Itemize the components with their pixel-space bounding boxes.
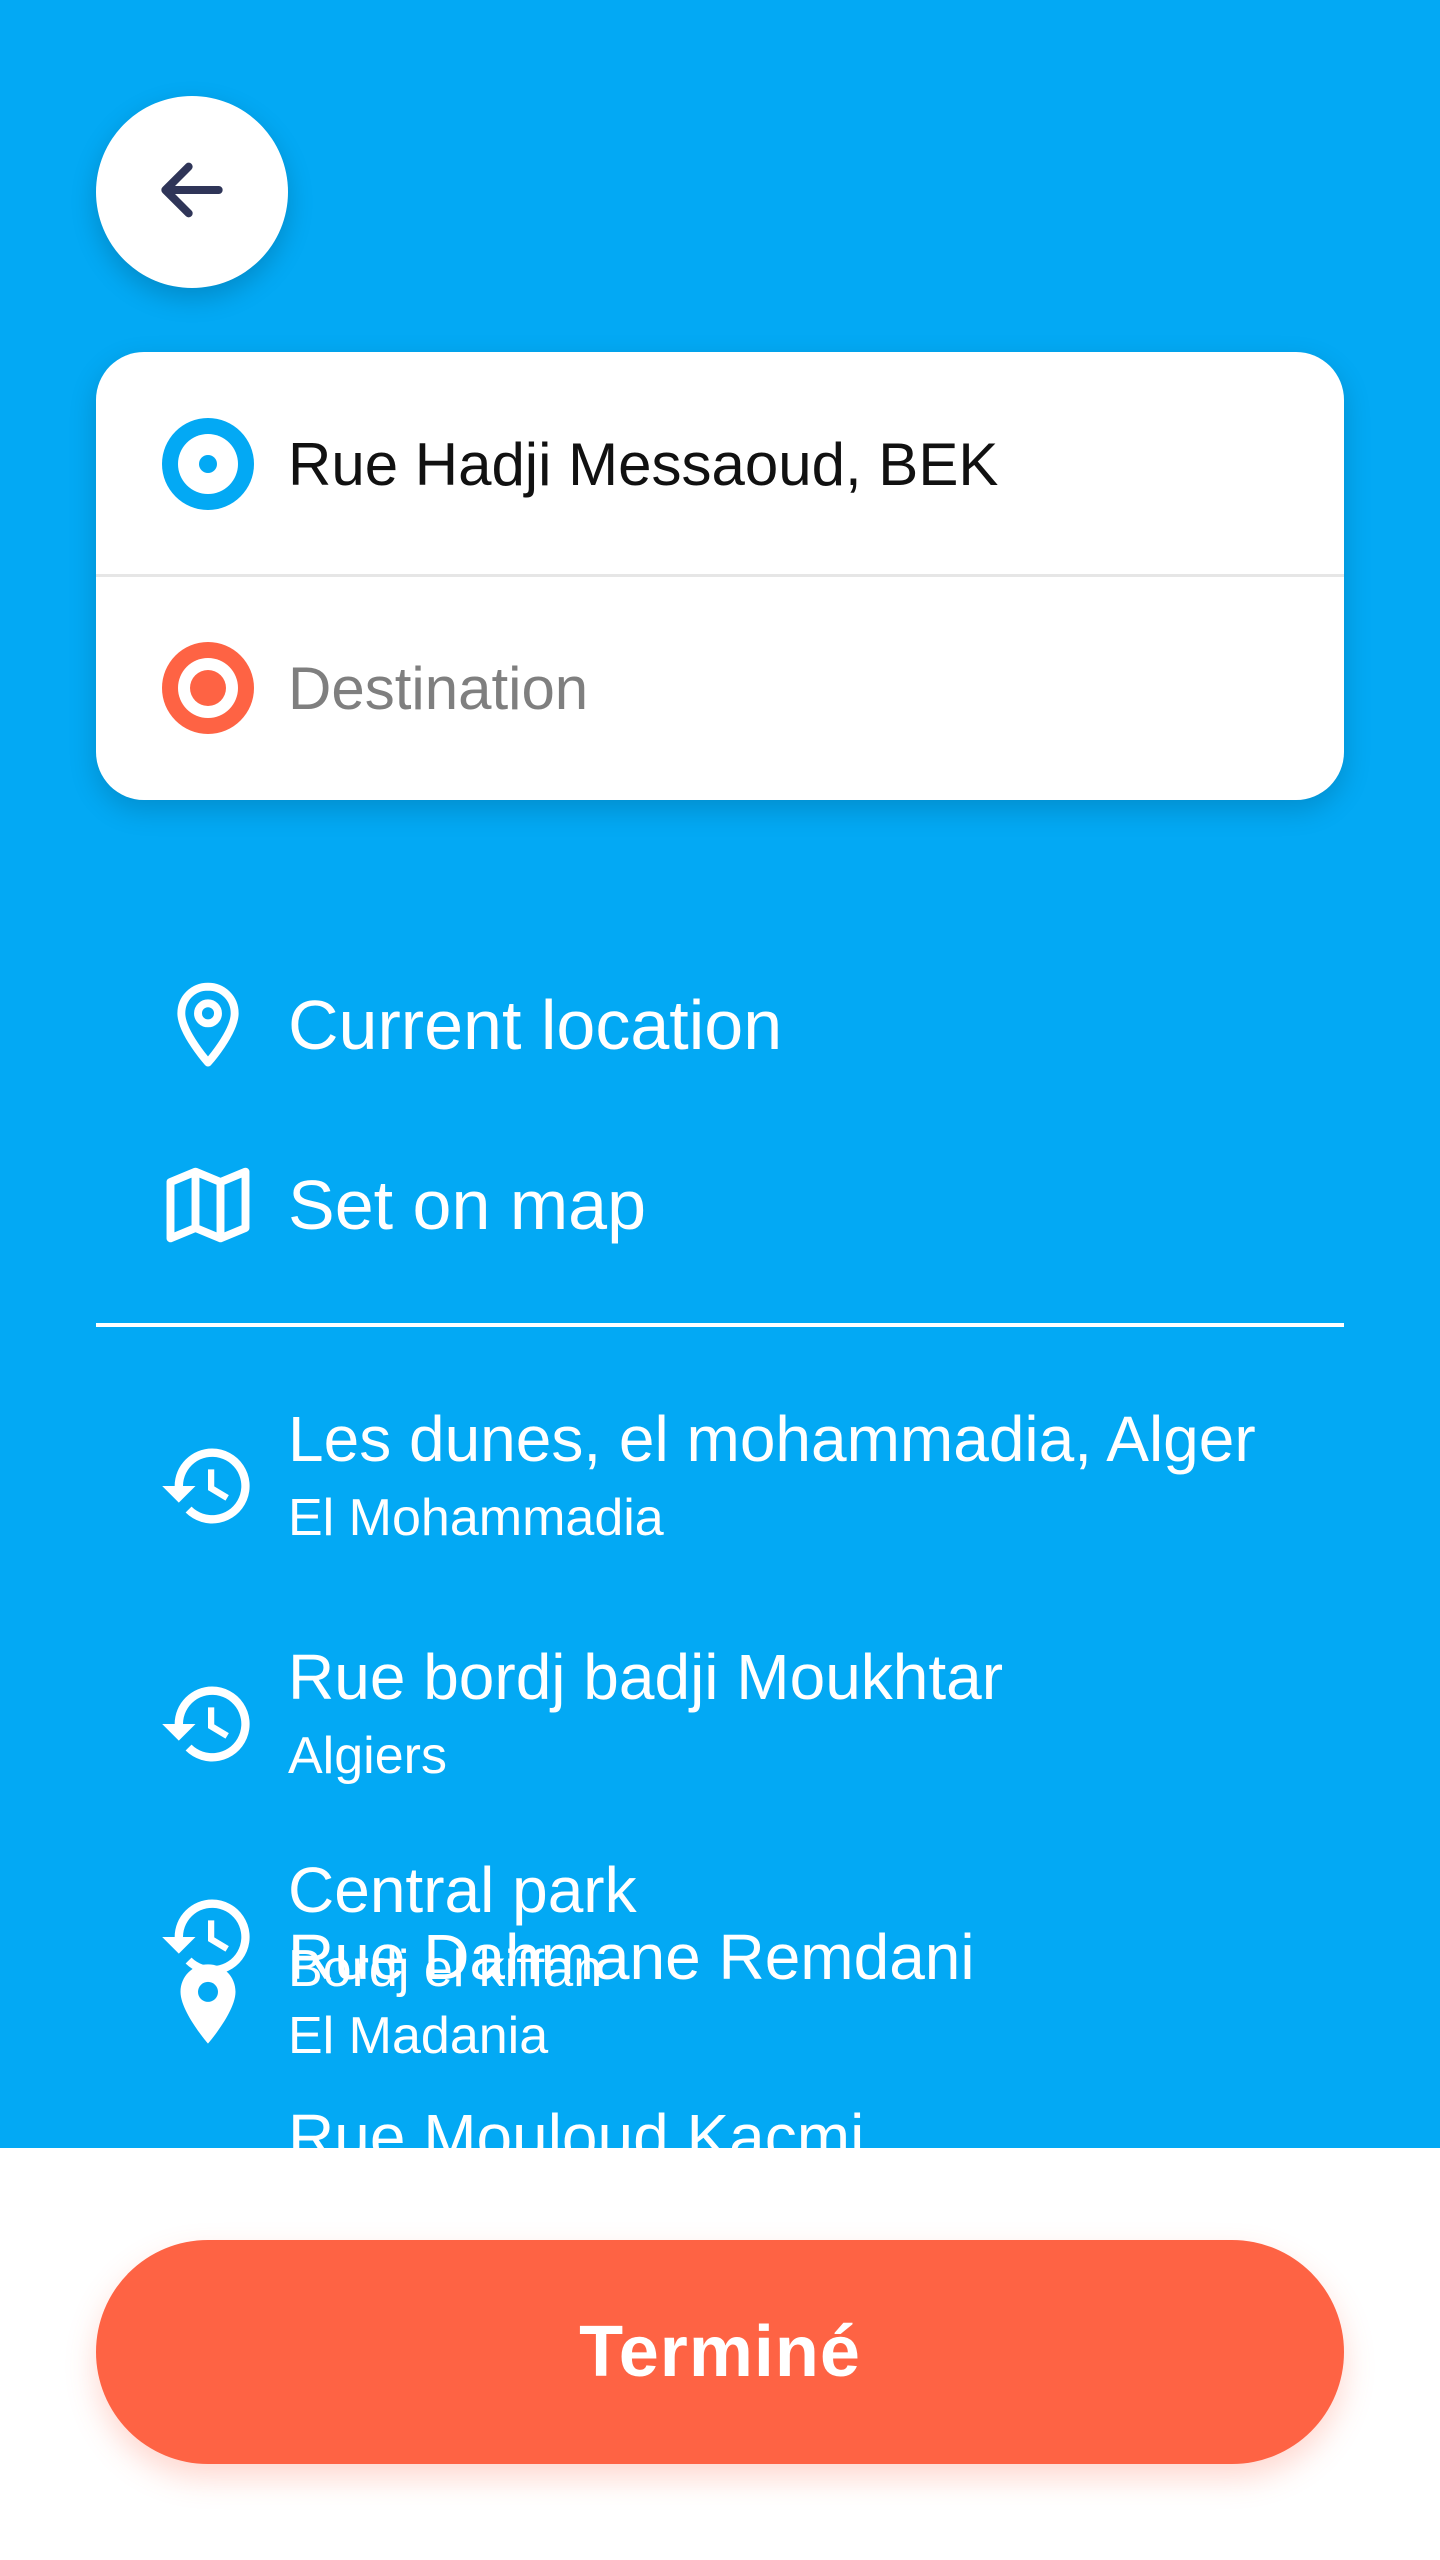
recent-item-subtitle: El Madania [288, 2007, 549, 2065]
done-button[interactable]: Terminé [96, 2240, 1344, 2464]
origin-field[interactable]: Rue Hadji Messaoud, BEK [96, 352, 1344, 576]
destination-placeholder: Destination [288, 654, 589, 722]
location-pin-icon [158, 1954, 258, 2054]
bottom-bar: Terminé [0, 2148, 1440, 2560]
history-icon [158, 1436, 258, 1536]
recent-item-subtitle: El Mohammadia [288, 1489, 664, 1547]
recent-item[interactable]: Rue Mouloud Kacmi [96, 2092, 1344, 2148]
done-button-label: Terminé [579, 2312, 861, 2392]
recent-item-title: Rue Dahmane Remdani [288, 1921, 975, 1993]
recent-item-title: Les dunes, el mohammadia, Alger [288, 1403, 1256, 1475]
section-divider [96, 1323, 1344, 1327]
recent-item-title: Rue Mouloud Kacmi [288, 2101, 865, 2148]
origin-dot-icon [158, 414, 258, 514]
set-on-map-label: Set on map [288, 1166, 646, 1244]
route-card: Rue Hadji Messaoud, BEK Destination [96, 352, 1344, 800]
destination-field[interactable]: Destination [96, 576, 1344, 800]
origin-value: Rue Hadji Messaoud, BEK [288, 430, 999, 498]
recent-item[interactable]: Rue Dahmane Remdani El Madania [96, 1912, 1344, 2092]
destination-dot-icon [158, 638, 258, 738]
search-panel: Rue Hadji Messaoud, BEK Destination Curr… [0, 0, 1440, 2148]
recent-item-title: Rue bordj badji Moukhtar [288, 1641, 1004, 1713]
arrow-left-icon [152, 150, 232, 235]
back-button[interactable] [96, 96, 288, 288]
map-icon [158, 1155, 258, 1255]
recent-item[interactable]: Les dunes, el mohammadia, Alger El Moham… [96, 1394, 1344, 1574]
recent-item[interactable]: Rue bordj badji Moukhtar Algiers [96, 1632, 1344, 1812]
current-location-option[interactable]: Current location [96, 955, 1344, 1095]
location-pin-outline-icon [158, 975, 258, 1075]
current-location-label: Current location [288, 986, 783, 1064]
history-icon [158, 1674, 258, 1774]
recent-item-subtitle: Algiers [288, 1727, 447, 1785]
set-on-map-option[interactable]: Set on map [96, 1135, 1344, 1275]
